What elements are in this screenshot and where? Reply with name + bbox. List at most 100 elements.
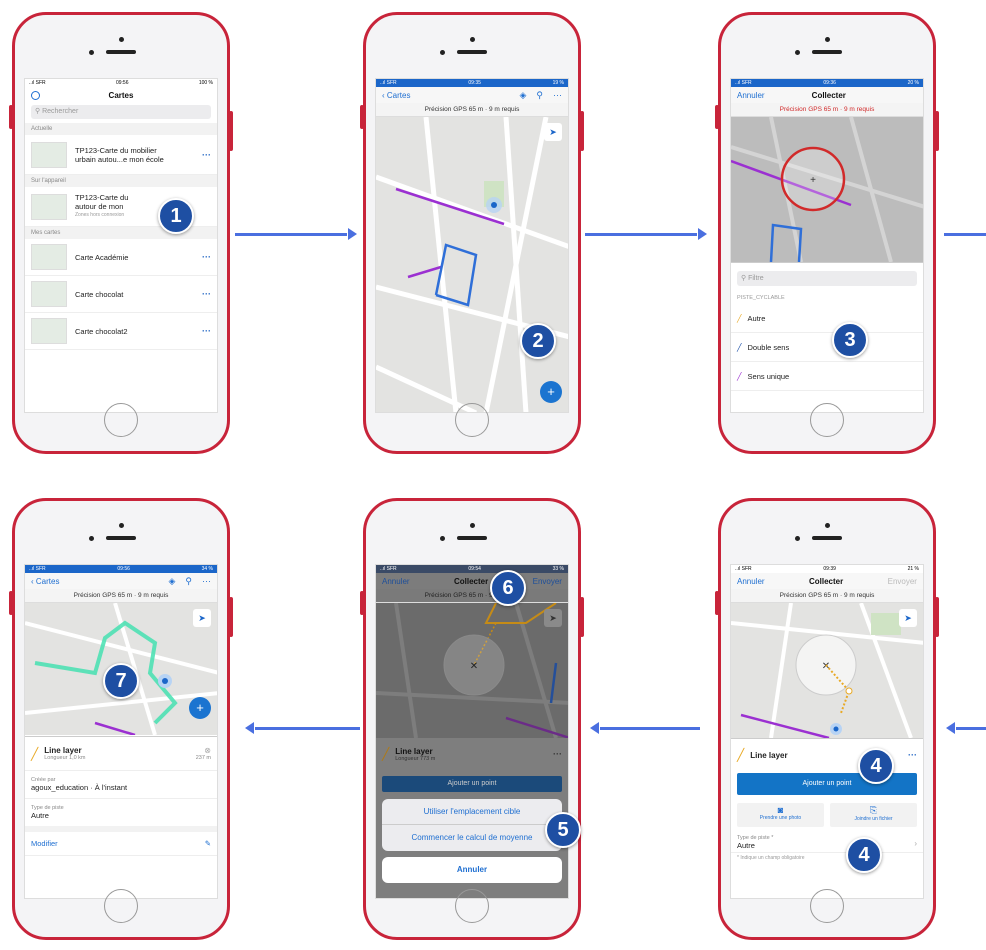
map-item[interactable]: Carte chocolat ··· xyxy=(25,276,217,313)
map-item[interactable]: Carte Académie ··· xyxy=(25,239,217,276)
step-badge-7: 7 xyxy=(103,663,139,699)
type-label: Double sens xyxy=(747,342,790,352)
arrow-5-to-7 xyxy=(245,722,360,734)
line-orange-icon: ╱ xyxy=(382,747,390,761)
close-icon[interactable]: ⊗ xyxy=(196,746,211,755)
cancel-button[interactable]: Annuler xyxy=(382,577,410,586)
back-button[interactable]: ‹ Cartes xyxy=(31,577,59,586)
back-label: Cartes xyxy=(386,90,411,100)
locate-icon[interactable]: ➤ xyxy=(544,123,562,141)
status-bar: ..ıl SFR 09:35 19 % xyxy=(376,79,568,87)
type-option-unique[interactable]: ╱ Sens unique xyxy=(731,362,923,391)
page-title: Cartes xyxy=(108,90,134,100)
status-bar: ..ıl SFR 09:39 21 % xyxy=(731,565,923,573)
home-button[interactable] xyxy=(810,403,844,437)
volume-button xyxy=(715,105,719,129)
more-icon[interactable]: ··· xyxy=(202,326,211,336)
map-title-2: urbain autou...e mon école xyxy=(75,154,164,164)
screen-collect-options: ..ıl SFR 09:54 33 % Annuler Collecter Envo… xyxy=(375,564,569,899)
take-photo-button[interactable]: ◙ Prendre une photo xyxy=(737,803,824,827)
home-button[interactable] xyxy=(810,889,844,923)
more-icon[interactable]: ··· xyxy=(202,289,211,299)
map-canvas: ✕ xyxy=(731,603,923,738)
more-icon[interactable]: ··· xyxy=(202,252,211,262)
map-item-current[interactable]: TP123-Carte du mobilier urbain autou...e … xyxy=(25,135,217,175)
more-icon[interactable]: ··· xyxy=(553,90,562,101)
camera xyxy=(118,523,124,528)
camera xyxy=(469,37,475,42)
type-option-autre[interactable]: ╱ Autre xyxy=(731,304,923,333)
status-bar: ..ıl SFR 09:36 20 % xyxy=(731,79,923,87)
feature-length: Longueur 1,0 km xyxy=(44,755,86,761)
screen-collect-type: ..ıl SFR 09:36 20 % Annuler Collecter Préc… xyxy=(730,78,924,413)
header: ‹ Cartes ◈ ⚲ ··· xyxy=(376,87,568,103)
phone-1: ..ıl SFR 09:56 100 % Cartes ⚲ Rechercher A… xyxy=(9,12,233,454)
more-icon[interactable]: ··· xyxy=(908,750,917,760)
search-icon[interactable]: ⚲ xyxy=(536,90,543,101)
home-button[interactable] xyxy=(455,403,489,437)
layer-name: Line layer xyxy=(750,750,788,760)
volume-button xyxy=(715,591,719,615)
type-label: Sens unique xyxy=(747,371,790,381)
camera-icon: ◙ xyxy=(777,805,784,815)
chevron-right-icon: › xyxy=(914,839,917,848)
header: ‹ Cartes ◈ ⚲ ··· xyxy=(25,573,217,589)
map-view[interactable]: + xyxy=(731,117,923,262)
side-button xyxy=(229,597,233,637)
step-badge-1: 1 xyxy=(158,198,194,234)
map-view: ✕ ➤ xyxy=(376,603,568,738)
home-button[interactable] xyxy=(455,889,489,923)
search-input[interactable]: ⚲ Rechercher xyxy=(31,105,211,119)
action-sheet: Utiliser l'emplacement cible Commencer l… xyxy=(382,799,562,851)
map-view[interactable]: ✕ ➤ xyxy=(731,603,923,738)
volume-button xyxy=(360,105,364,129)
line-orange-icon: ╱ xyxy=(737,748,745,762)
layers-icon[interactable]: ◈ xyxy=(168,576,175,587)
more-icon[interactable]: ··· xyxy=(202,150,211,160)
send-button[interactable]: Envoyer xyxy=(888,577,917,586)
type-field[interactable]: Type de piste * Autre › xyxy=(731,827,923,853)
cancel-action-button[interactable]: Annuler xyxy=(382,857,562,883)
arrow-1-to-2 xyxy=(235,228,357,240)
more-icon[interactable]: ··· xyxy=(202,576,211,587)
locate-icon[interactable]: ➤ xyxy=(899,609,917,627)
more-icon[interactable]: ··· xyxy=(553,749,562,759)
back-button[interactable]: ‹ Cartes xyxy=(382,91,410,100)
battery: 21 % xyxy=(907,566,919,572)
home-button[interactable] xyxy=(104,403,138,437)
sensor xyxy=(795,536,800,541)
start-averaging-option[interactable]: Commencer le calcul de moyenne xyxy=(382,825,562,851)
add-point-button[interactable]: Ajouter un point xyxy=(382,776,562,792)
map-title: TP123-Carte du mobilier xyxy=(75,145,157,155)
locate-icon[interactable]: ➤ xyxy=(193,609,211,627)
map-title-2: autour de mon xyxy=(75,202,124,211)
filter-input[interactable]: ⚲ Filtre xyxy=(737,271,917,286)
media-actions: ◙ Prendre une photo ⎘ Joindre un fichier xyxy=(731,803,923,827)
map-view[interactable]: ➤ + xyxy=(376,117,568,412)
step-badge-4a: 4 xyxy=(858,748,894,784)
map-item[interactable]: Carte chocolat2 ··· xyxy=(25,313,217,350)
use-target-location-option[interactable]: Utiliser l'emplacement cible xyxy=(382,799,562,825)
attach-file-button[interactable]: ⎘ Joindre un fichier xyxy=(830,803,917,827)
side-button xyxy=(935,597,939,637)
cancel-button[interactable]: Annuler xyxy=(737,577,765,586)
page-title: Collecter xyxy=(808,576,844,586)
add-feature-button[interactable]: + xyxy=(189,697,211,719)
home-button[interactable] xyxy=(104,889,138,923)
cancel-button[interactable]: Annuler xyxy=(737,91,765,100)
map-thumbnail xyxy=(31,244,67,270)
send-button[interactable]: Envoyer xyxy=(533,577,562,586)
search-icon[interactable]: ⚲ xyxy=(185,576,192,587)
add-feature-button[interactable]: + xyxy=(540,381,562,403)
modify-button[interactable]: Modifier ✎ xyxy=(25,832,217,856)
svg-text:+: + xyxy=(810,175,816,186)
modify-label: Modifier xyxy=(31,839,58,848)
map-thumbnail xyxy=(31,141,67,168)
layers-icon[interactable]: ◈ xyxy=(519,90,526,101)
type-option-double[interactable]: ╱ Double sens xyxy=(731,333,923,362)
line-blue-icon: ╱ xyxy=(737,342,742,352)
profile-icon[interactable] xyxy=(31,90,40,100)
camera xyxy=(824,523,830,528)
battery: 20 % xyxy=(907,80,919,86)
time: 09:35 xyxy=(468,80,481,86)
